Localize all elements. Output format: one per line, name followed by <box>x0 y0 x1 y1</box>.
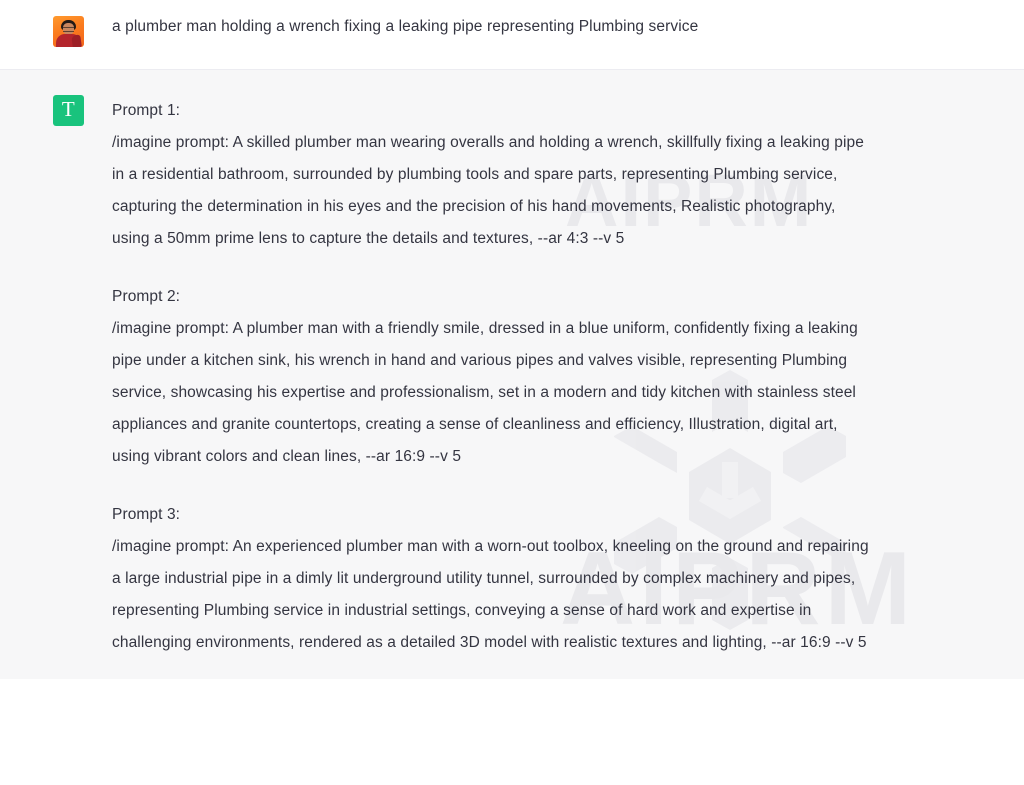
prompt-body: /imagine prompt: A skilled plumber man w… <box>112 134 864 247</box>
avatar-glasses-shape <box>63 27 74 32</box>
user-message-inner: a plumber man holding a wrench fixing a … <box>0 0 1024 69</box>
assistant-avatar-cell: T <box>0 95 112 126</box>
prompt-body: /imagine prompt: An experienced plumber … <box>112 538 869 651</box>
prompt-block: Prompt 3: /imagine prompt: An experience… <box>112 499 904 659</box>
chat-conversation: a plumber man holding a wrench fixing a … <box>0 0 1024 785</box>
assistant-message-content: Prompt 1: /imagine prompt: A skilled plu… <box>112 95 1024 659</box>
assistant-message-row: AIPRM AIPRM T Prompt 1: /imagine prompt:… <box>0 70 1024 679</box>
user-avatar-cell <box>0 16 112 47</box>
user-avatar-photo <box>53 16 84 47</box>
avatar-arm-shape <box>71 34 82 47</box>
assistant-avatar-letter: T <box>61 97 76 121</box>
assistant-avatar-badge: T <box>53 95 84 126</box>
user-message-content: a plumber man holding a wrench fixing a … <box>112 16 1024 38</box>
prompt-heading: Prompt 3: <box>112 506 181 523</box>
user-message-text: a plumber man holding a wrench fixing a … <box>112 18 699 35</box>
prompt-heading: Prompt 2: <box>112 288 181 305</box>
user-message-row: a plumber man holding a wrench fixing a … <box>0 0 1024 70</box>
assistant-message-inner: T Prompt 1: /imagine prompt: A skilled p… <box>0 70 1024 679</box>
prompt-heading: Prompt 1: <box>112 102 181 119</box>
prompt-block: Prompt 1: /imagine prompt: A skilled plu… <box>112 95 904 255</box>
prompt-block: Prompt 2: /imagine prompt: A plumber man… <box>112 281 904 473</box>
prompt-body: /imagine prompt: A plumber man with a fr… <box>112 320 858 465</box>
